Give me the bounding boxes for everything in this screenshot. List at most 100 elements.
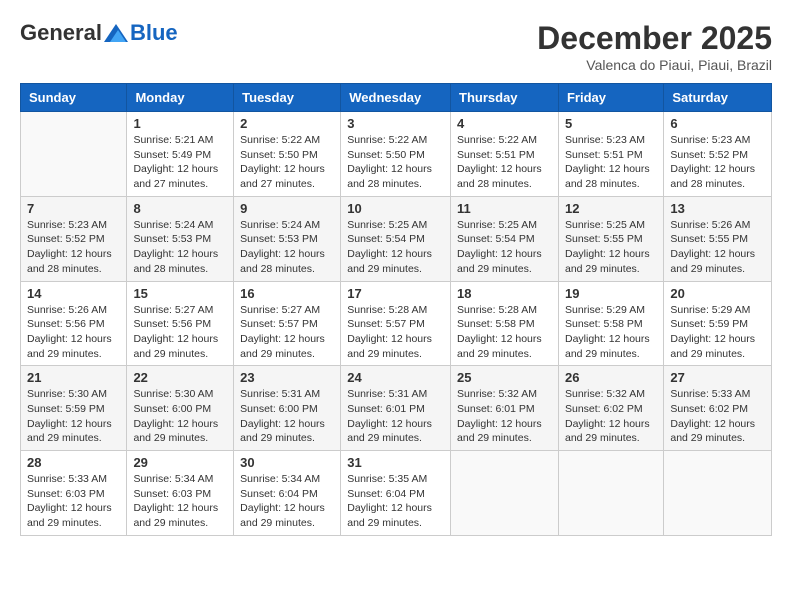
calendar-cell: 12 Sunrise: 5:25 AM Sunset: 5:55 PM Dayli… (558, 196, 663, 281)
calendar-cell: 21 Sunrise: 5:30 AM Sunset: 5:59 PM Dayli… (21, 366, 127, 451)
day-number: 20 (670, 286, 765, 301)
month-title: December 2025 (537, 20, 772, 57)
calendar-table: SundayMondayTuesdayWednesdayThursdayFrid… (20, 83, 772, 536)
calendar-cell (21, 112, 127, 197)
calendar-cell: 2 Sunrise: 5:22 AM Sunset: 5:50 PM Daylig… (234, 112, 341, 197)
week-row-2: 7Sunrise: 5:23 AM Sunset: 5:52 PM Daylig… (21, 196, 772, 281)
day-info: Sunrise: 5:34 AM Sunset: 6:04 PM Dayligh… (240, 472, 334, 531)
day-info: Sunrise: 5:25 AM Sunset: 5:54 PM Dayligh… (347, 218, 444, 277)
calendar-cell: 15 Sunrise: 5:27 AM Sunset: 5:56 PM Dayli… (127, 281, 234, 366)
calendar-cell: 9 Sunrise: 5:24 AM Sunset: 5:53 PM Daylig… (234, 196, 341, 281)
weekday-header-wednesday: Wednesday (341, 84, 451, 112)
day-info: Sunrise: 5:32 AM Sunset: 6:02 PM Dayligh… (565, 387, 657, 446)
calendar-cell: 20 Sunrise: 5:29 AM Sunset: 5:59 PM Dayli… (664, 281, 772, 366)
day-number: 11 (457, 201, 552, 216)
calendar-cell (451, 451, 559, 536)
title-block: December 2025 Valenca do Piaui, Piaui, B… (537, 20, 772, 73)
weekday-header-thursday: Thursday (451, 84, 559, 112)
calendar-cell (558, 451, 663, 536)
day-info: Sunrise: 5:24 AM Sunset: 5:53 PM Dayligh… (133, 218, 227, 277)
day-number: 5 (565, 116, 657, 131)
day-info: Sunrise: 5:22 AM Sunset: 5:51 PM Dayligh… (457, 133, 552, 192)
logo-blue-text: Blue (130, 20, 178, 46)
day-info: Sunrise: 5:30 AM Sunset: 6:00 PM Dayligh… (133, 387, 227, 446)
calendar-cell: 19 Sunrise: 5:29 AM Sunset: 5:58 PM Dayli… (558, 281, 663, 366)
day-info: Sunrise: 5:22 AM Sunset: 5:50 PM Dayligh… (347, 133, 444, 192)
day-number: 2 (240, 116, 334, 131)
calendar-cell: 17 Sunrise: 5:28 AM Sunset: 5:57 PM Dayli… (341, 281, 451, 366)
day-info: Sunrise: 5:26 AM Sunset: 5:56 PM Dayligh… (27, 303, 120, 362)
week-row-5: 28 Sunrise: 5:33 AM Sunset: 6:03 PM Dayli… (21, 451, 772, 536)
calendar-cell: 22 Sunrise: 5:30 AM Sunset: 6:00 PM Dayli… (127, 366, 234, 451)
day-info: Sunrise: 5:23 AM Sunset: 5:52 PM Dayligh… (27, 218, 120, 277)
day-number: 10 (347, 201, 444, 216)
day-number: 29 (133, 455, 227, 470)
day-info: Sunrise: 5:26 AM Sunset: 5:55 PM Dayligh… (670, 218, 765, 277)
day-number: 18 (457, 286, 552, 301)
day-number: 28 (27, 455, 120, 470)
calendar-cell: 29 Sunrise: 5:34 AM Sunset: 6:03 PM Dayli… (127, 451, 234, 536)
day-info: Sunrise: 5:32 AM Sunset: 6:01 PM Dayligh… (457, 387, 552, 446)
day-number: 19 (565, 286, 657, 301)
day-number: 12 (565, 201, 657, 216)
page-header: General Blue December 2025 Valenca do Pi… (20, 20, 772, 73)
calendar-cell: 25 Sunrise: 5:32 AM Sunset: 6:01 PM Dayli… (451, 366, 559, 451)
calendar-cell: 7Sunrise: 5:23 AM Sunset: 5:52 PM Daylig… (21, 196, 127, 281)
calendar-cell: 3 Sunrise: 5:22 AM Sunset: 5:50 PM Daylig… (341, 112, 451, 197)
day-number: 24 (347, 370, 444, 385)
day-number: 6 (670, 116, 765, 131)
day-info: Sunrise: 5:31 AM Sunset: 6:01 PM Dayligh… (347, 387, 444, 446)
day-info: Sunrise: 5:29 AM Sunset: 5:58 PM Dayligh… (565, 303, 657, 362)
day-number: 25 (457, 370, 552, 385)
weekday-header-friday: Friday (558, 84, 663, 112)
day-info: Sunrise: 5:28 AM Sunset: 5:57 PM Dayligh… (347, 303, 444, 362)
day-info: Sunrise: 5:33 AM Sunset: 6:03 PM Dayligh… (27, 472, 120, 531)
logo: General Blue (20, 20, 178, 46)
day-info: Sunrise: 5:34 AM Sunset: 6:03 PM Dayligh… (133, 472, 227, 531)
weekday-header-sunday: Sunday (21, 84, 127, 112)
day-info: Sunrise: 5:27 AM Sunset: 5:57 PM Dayligh… (240, 303, 334, 362)
day-number: 17 (347, 286, 444, 301)
day-info: Sunrise: 5:24 AM Sunset: 5:53 PM Dayligh… (240, 218, 334, 277)
calendar-cell: 16 Sunrise: 5:27 AM Sunset: 5:57 PM Dayli… (234, 281, 341, 366)
day-number: 27 (670, 370, 765, 385)
calendar-cell: 11Sunrise: 5:25 AM Sunset: 5:54 PM Dayli… (451, 196, 559, 281)
day-number: 15 (133, 286, 227, 301)
day-number: 16 (240, 286, 334, 301)
day-info: Sunrise: 5:23 AM Sunset: 5:51 PM Dayligh… (565, 133, 657, 192)
calendar-cell: 28 Sunrise: 5:33 AM Sunset: 6:03 PM Dayli… (21, 451, 127, 536)
day-info: Sunrise: 5:25 AM Sunset: 5:55 PM Dayligh… (565, 218, 657, 277)
calendar-cell (664, 451, 772, 536)
day-info: Sunrise: 5:22 AM Sunset: 5:50 PM Dayligh… (240, 133, 334, 192)
day-number: 14 (27, 286, 120, 301)
day-number: 8 (133, 201, 227, 216)
weekday-header-monday: Monday (127, 84, 234, 112)
weekday-header-tuesday: Tuesday (234, 84, 341, 112)
day-number: 3 (347, 116, 444, 131)
calendar-cell: 4 Sunrise: 5:22 AM Sunset: 5:51 PM Daylig… (451, 112, 559, 197)
location-text: Valenca do Piaui, Piaui, Brazil (537, 57, 772, 73)
weekday-header-row: SundayMondayTuesdayWednesdayThursdayFrid… (21, 84, 772, 112)
day-number: 13 (670, 201, 765, 216)
day-info: Sunrise: 5:31 AM Sunset: 6:00 PM Dayligh… (240, 387, 334, 446)
calendar-cell: 18Sunrise: 5:28 AM Sunset: 5:58 PM Dayli… (451, 281, 559, 366)
day-number: 23 (240, 370, 334, 385)
day-info: Sunrise: 5:29 AM Sunset: 5:59 PM Dayligh… (670, 303, 765, 362)
day-info: Sunrise: 5:27 AM Sunset: 5:56 PM Dayligh… (133, 303, 227, 362)
day-info: Sunrise: 5:21 AM Sunset: 5:49 PM Dayligh… (133, 133, 227, 192)
day-number: 9 (240, 201, 334, 216)
day-info: Sunrise: 5:30 AM Sunset: 5:59 PM Dayligh… (27, 387, 120, 446)
calendar-cell: 1Sunrise: 5:21 AM Sunset: 5:49 PM Daylig… (127, 112, 234, 197)
week-row-4: 21 Sunrise: 5:30 AM Sunset: 5:59 PM Dayli… (21, 366, 772, 451)
day-number: 21 (27, 370, 120, 385)
calendar-cell: 27Sunrise: 5:33 AM Sunset: 6:02 PM Dayli… (664, 366, 772, 451)
calendar-cell: 24 Sunrise: 5:31 AM Sunset: 6:01 PM Dayli… (341, 366, 451, 451)
calendar-cell: 14 Sunrise: 5:26 AM Sunset: 5:56 PM Dayli… (21, 281, 127, 366)
calendar-cell: 8 Sunrise: 5:24 AM Sunset: 5:53 PM Daylig… (127, 196, 234, 281)
calendar-cell: 31Sunrise: 5:35 AM Sunset: 6:04 PM Dayli… (341, 451, 451, 536)
day-number: 30 (240, 455, 334, 470)
calendar-cell: 26 Sunrise: 5:32 AM Sunset: 6:02 PM Dayli… (558, 366, 663, 451)
day-number: 4 (457, 116, 552, 131)
day-number: 26 (565, 370, 657, 385)
day-number: 22 (133, 370, 227, 385)
